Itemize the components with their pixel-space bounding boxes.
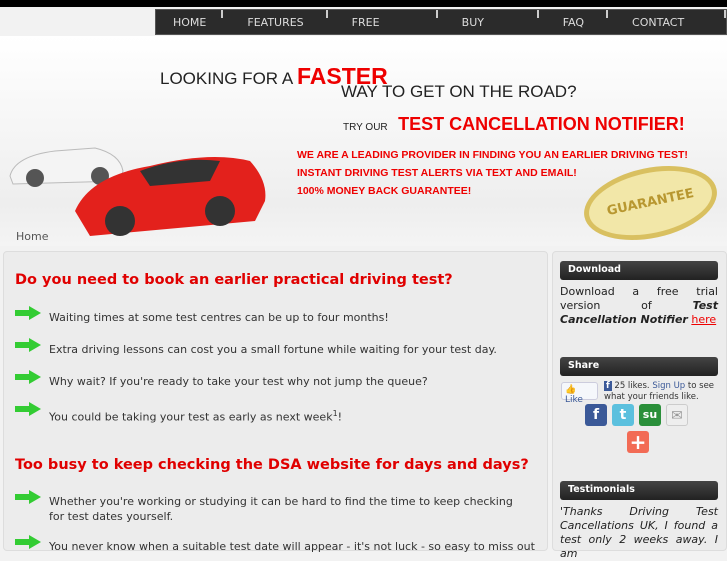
email-icon[interactable]: ✉ [666,404,688,426]
list-item: You could be taking your test as early a… [15,402,535,425]
product-name: TEST CANCELLATION NOTIFIER! [398,114,685,134]
try-our: TRY OUR [343,122,388,133]
sidebar: Download Download a free trial version o… [552,251,727,560]
arrow-icon [15,338,41,352]
arrow-icon [15,490,41,504]
arrow-icon [15,402,41,416]
list-item: Waiting times at some test centres can b… [15,306,535,325]
more-share-icon[interactable]: + [627,431,649,453]
arrow-icon [15,535,41,549]
headline-part2: WAY TO GET ON THE ROAD? [341,82,577,101]
like-count: f 25 likes. Sign Up to see what your fri… [604,381,715,402]
nav-faq[interactable]: FAQ [539,10,609,34]
top-bar [0,0,727,7]
headline-part1: LOOKING FOR A [160,69,293,88]
list-item: You never know when a suitable test date… [15,535,535,554]
list-item: Extra driving lessons can cost you a sma… [15,338,535,357]
download-text: Download a free trial version of Test Ca… [560,285,718,326]
list-item: Why wait? If you're ready to take your t… [15,370,535,389]
main-nav: HOME FEATURES FREE TRIAL BUY NOW FAQ CON… [155,9,727,55]
nav-home[interactable]: HOME [156,10,224,34]
share-header: Share [560,357,718,376]
arrow-icon [15,370,41,384]
claim: WE ARE A LEADING PROVIDER IN FINDING YOU… [297,149,688,161]
breadcrumb[interactable]: Home [16,230,48,243]
download-link[interactable]: here [691,313,716,326]
facebook-small-icon: f [604,381,612,391]
nav-buy-now[interactable]: BUY NOW [438,10,539,55]
arrow-icon [15,306,41,320]
nav-contact-us[interactable]: CONTACT US [608,10,726,55]
section-heading: Do you need to book an earlier practical… [15,272,453,288]
claim: INSTANT DRIVING TEST ALERTS VIA TEXT AND… [297,167,577,179]
testimonial-text: 'Thanks Driving Test Cancellations UK, I… [560,505,718,560]
nav-features[interactable]: FEATURES [223,10,328,34]
facebook-icon[interactable]: f [585,404,607,426]
testimonials-header: Testimonials [560,481,718,500]
download-header: Download [560,261,718,280]
stumbleupon-icon[interactable]: su [639,404,661,426]
like-button[interactable]: 👍Like [561,382,598,405]
section-heading: Too busy to keep checking the DSA websit… [15,457,529,473]
nav-free-trial[interactable]: FREE TRIAL [328,10,438,55]
red-car-image [75,157,266,236]
main-content: Do you need to book an earlier practical… [3,251,548,554]
claim: 100% MONEY BACK GUARANTEE! [297,185,472,197]
twitter-icon[interactable]: t [612,404,634,426]
list-item: Whether you're working or studying it ca… [15,490,535,524]
signup-link[interactable]: Sign Up [652,381,685,391]
